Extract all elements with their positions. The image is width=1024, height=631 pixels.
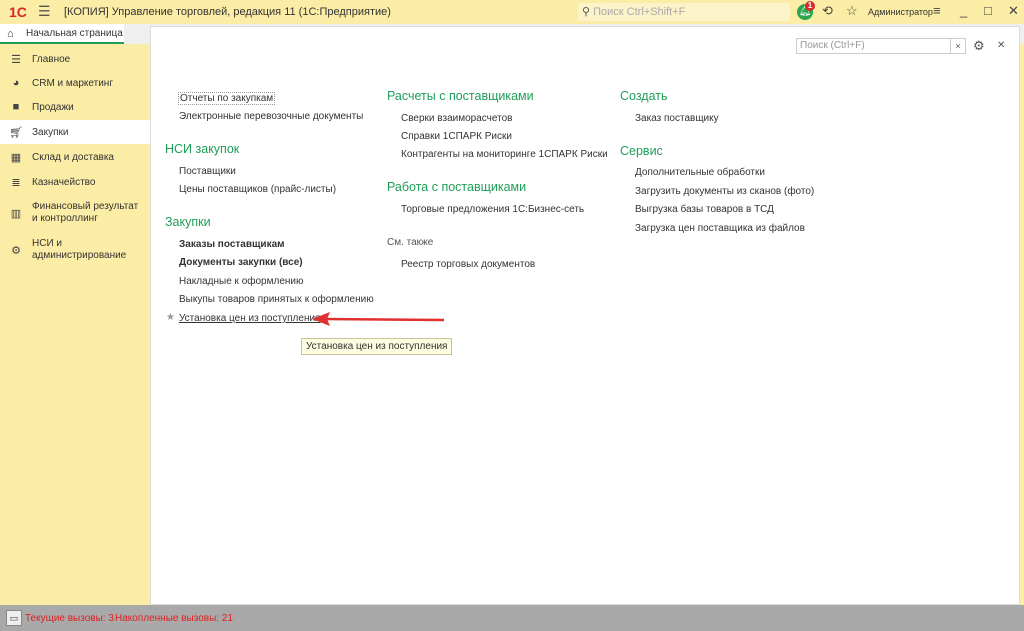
main-menu-icon[interactable]: ☰ xyxy=(38,3,51,20)
tab-home[interactable]: ⌂ Начальная страница xyxy=(0,24,124,44)
notification-count-badge: 1 xyxy=(805,1,815,11)
pie-chart-icon: ◕ xyxy=(12,77,20,89)
close-panel-button[interactable]: ✕ xyxy=(997,40,1005,51)
windows-icon[interactable]: ▭ xyxy=(6,610,22,626)
shopping-bag-icon: ■ xyxy=(12,101,20,113)
warehouse-grid-icon: ▦ xyxy=(10,151,22,164)
link-spark-reports[interactable]: Справки 1СПАРК Риски xyxy=(401,131,512,142)
see-also-label: См. также xyxy=(387,237,434,248)
favorite-star-icon[interactable]: ★ xyxy=(166,312,175,323)
list-icon: ☰ xyxy=(11,53,21,66)
link-load-from-scans[interactable]: Загрузить документы из сканов (фото) xyxy=(635,186,814,197)
section-header-settlements: Расчеты с поставщиками xyxy=(387,89,534,103)
link-invoices-to-process[interactable]: Накладные к оформлению xyxy=(179,276,304,287)
sidebar-item-label: Главное xyxy=(32,53,71,65)
sidebar-item-finance[interactable]: ▥ Финансовый результат и контроллинг xyxy=(0,199,150,227)
section-header-nsi: НСИ закупок xyxy=(165,142,240,156)
link-purchase-documents[interactable]: Документы закупки (все) xyxy=(179,257,303,268)
link-supplier-prices[interactable]: Цены поставщиков (прайс-листы) xyxy=(179,184,336,195)
link-suppliers[interactable]: Поставщики xyxy=(179,166,236,177)
cart-icon: 🛒︎ xyxy=(9,126,23,139)
section-header-supplier-work: Работа с поставщиками xyxy=(387,180,527,194)
sidebar-item-crm[interactable]: ◕ CRM и маркетинг xyxy=(0,73,150,93)
link-trade-offers[interactable]: Торговые предложения 1С:Бизнес-сеть xyxy=(401,204,584,215)
tooltip: Установка цен из поступления xyxy=(301,338,453,355)
coins-icon: ≣ xyxy=(11,176,21,189)
link-goods-buyouts[interactable]: Выкупы товаров принятых к оформлению xyxy=(179,294,374,305)
link-purchase-reports[interactable]: Отчеты по закупкам xyxy=(178,92,276,105)
section-header-service: Сервис xyxy=(620,144,663,158)
favorites-star-icon[interactable]: ☆ xyxy=(846,3,858,19)
sidebar-item-admin[interactable]: ⚙ НСИ и администрирование xyxy=(0,236,150,264)
minimize-button[interactable]: _ xyxy=(960,3,967,18)
window-title: [КОПИЯ] Управление торговлей, редакция 1… xyxy=(64,6,391,18)
maximize-button[interactable]: □ xyxy=(984,3,992,18)
section-header-purchases: Закупки xyxy=(165,215,211,229)
link-additional-processing[interactable]: Дополнительные обработки xyxy=(635,167,765,178)
home-icon: ⌂ xyxy=(7,28,14,40)
link-export-to-tsd[interactable]: Выгрузка базы товаров в ТСД xyxy=(635,204,774,215)
global-search-input[interactable]: ⚲ Поиск Ctrl+Shift+F xyxy=(578,3,790,21)
search-placeholder: Поиск Ctrl+Shift+F xyxy=(593,6,686,18)
sidebar-item-label: CRM и маркетинг xyxy=(32,77,113,89)
settings-menu-icon[interactable]: ≡ xyxy=(933,3,941,18)
sidebar-item-label: Казначейство xyxy=(32,176,96,188)
panel-search-input[interactable]: Поиск (Ctrl+F) xyxy=(796,38,951,54)
close-window-button[interactable]: ✕ xyxy=(1008,3,1019,19)
gear-icon: ⚙ xyxy=(11,244,21,257)
1c-logo[interactable]: 1С xyxy=(9,4,27,20)
section-header-create: Создать xyxy=(620,89,668,103)
bar-chart-icon: ▥ xyxy=(10,207,22,220)
link-reconciliations[interactable]: Сверки взаиморасчетов xyxy=(401,113,512,124)
clear-search-button[interactable]: × xyxy=(950,38,966,54)
gear-icon[interactable]: ⚙ xyxy=(973,38,985,54)
sidebar-item-label: Закупки xyxy=(32,126,69,138)
link-electronic-transport-docs[interactable]: Электронные перевозочные документы xyxy=(179,111,363,122)
sidebar-item-label: Продажи xyxy=(32,101,74,113)
sidebar-item-label: Финансовый результат и контроллинг xyxy=(32,201,139,224)
accumulated-calls: Накопленные вызовы: 21 xyxy=(115,613,233,624)
link-trade-docs-registry[interactable]: Реестр торговых документов xyxy=(401,259,535,270)
link-spark-monitoring[interactable]: Контрагенты на мониторинге 1СПАРК Риски xyxy=(401,149,608,160)
sidebar-item-label: НСИ и администрирование xyxy=(32,238,127,261)
sidebar-item-purchases[interactable]: 🛒︎ Закупки xyxy=(0,120,150,144)
history-icon[interactable]: ⟲ xyxy=(822,3,833,19)
link-set-prices-from-receipt[interactable]: Установка цен из поступления xyxy=(179,313,320,324)
sidebar-item-warehouse[interactable]: ▦ Склад и доставка xyxy=(0,147,150,167)
sidebar-item-main[interactable]: ☰ Главное xyxy=(0,49,150,69)
red-arrow-annotation xyxy=(312,312,445,326)
link-create-supplier-order[interactable]: Заказ поставщику xyxy=(635,113,719,124)
sidebar-item-treasury[interactable]: ≣ Казначейство xyxy=(0,172,150,192)
link-supplier-orders[interactable]: Заказы поставщикам xyxy=(179,239,285,250)
search-icon: ⚲ xyxy=(582,6,594,18)
user-name[interactable]: Администратор xyxy=(868,7,933,17)
sidebar-item-label: Склад и доставка xyxy=(32,151,114,163)
link-load-supplier-prices[interactable]: Загрузка цен поставщика из файлов xyxy=(635,223,805,234)
tab-home-label: Начальная страница xyxy=(26,28,123,39)
sidebar-item-sales[interactable]: ■ Продажи xyxy=(0,97,150,117)
current-calls: Текущие вызовы: 3 xyxy=(25,613,114,624)
